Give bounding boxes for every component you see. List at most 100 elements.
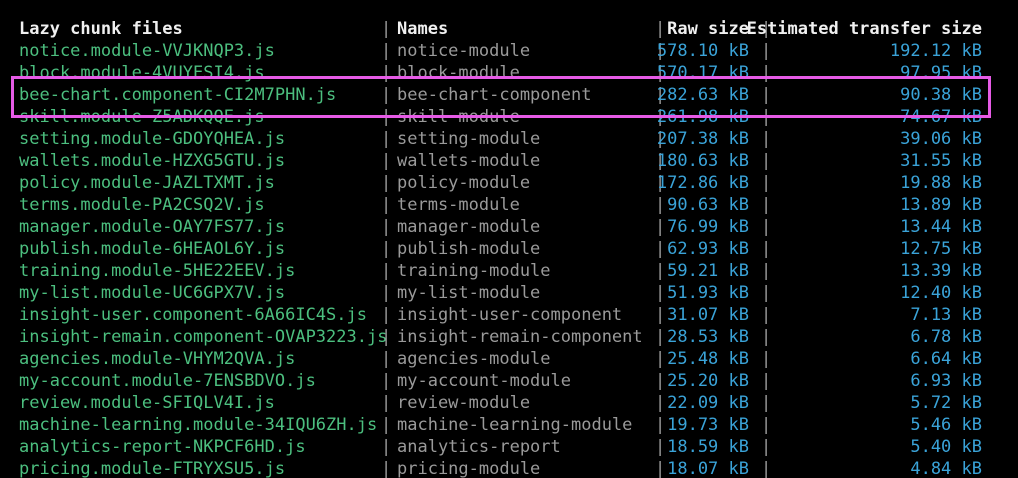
raw-size: 172.86 kB (656, 173, 749, 193)
raw-size: 76.99 kB (667, 217, 749, 237)
estimated-transfer-size: 5.46 kB (910, 415, 982, 435)
column-separator: | (761, 283, 772, 303)
raw-size: 261.98 kB (656, 107, 749, 127)
column-separator: | (655, 327, 666, 347)
column-separator: | (761, 393, 772, 413)
column-separator: | (761, 173, 772, 193)
table-row: insight-user.component-6A66IC4S.js | insig… (0, 304, 1018, 326)
column-separator: | (655, 415, 666, 435)
raw-size: 282.63 kB (656, 85, 749, 105)
column-separator: | (655, 217, 666, 237)
raw-size: 31.07 kB (667, 305, 749, 325)
estimated-transfer-size: 31.55 kB (900, 151, 982, 171)
column-separator: | (381, 217, 392, 237)
column-separator: | (761, 63, 772, 83)
estimated-transfer-size: 12.40 kB (900, 283, 982, 303)
table-row: training.module-5HE22EEV.js | training-mod… (0, 260, 1018, 282)
column-separator: | (655, 349, 666, 369)
chunk-name: insight-user-component (397, 305, 623, 325)
chunk-file-name: insight-remain.component-OVAP3223.js (19, 327, 388, 347)
table-row: my-list.module-UC6GPX7V.js | my-list-modul… (0, 282, 1018, 304)
column-separator: | (381, 437, 392, 457)
chunk-name: machine-learning-module (397, 415, 633, 435)
chunk-name: review-module (397, 393, 531, 413)
column-separator: | (761, 151, 772, 171)
column-separator: | (381, 129, 392, 149)
column-separator: | (761, 371, 772, 391)
column-separator: | (381, 41, 392, 61)
column-separator: | (761, 437, 772, 457)
table-row: policy.module-JAZLTXMT.js | policy-module |… (0, 172, 1018, 194)
table-row: analytics-report-NKPCF6HD.js | analytics-r… (0, 436, 1018, 458)
estimated-transfer-size: 6.78 kB (910, 327, 982, 347)
estimated-transfer-size: 19.88 kB (900, 173, 982, 193)
chunk-name: agencies-module (397, 349, 551, 369)
table-row: my-account.module-7ENSBDVO.js | my-account… (0, 370, 1018, 392)
estimated-transfer-size: 6.93 kB (910, 371, 982, 391)
chunk-name: insight-remain-component (397, 327, 643, 347)
chunk-file-name: pricing.module-FTRYXSU5.js (19, 459, 286, 478)
column-separator: | (381, 415, 392, 435)
column-separator: | (761, 129, 772, 149)
column-separator: | (381, 151, 392, 171)
table-row: review.module-SFIQLV4I.js | review-module |… (0, 392, 1018, 414)
column-separator: | (655, 393, 666, 413)
chunk-file-name: my-account.module-7ENSBDVO.js (19, 371, 316, 391)
raw-size: 570.17 kB (656, 63, 749, 83)
column-separator: | (761, 85, 772, 105)
column-separator: | (761, 41, 772, 61)
column-separator: | (381, 239, 392, 259)
raw-size: 578.10 kB (656, 41, 749, 61)
raw-size: 207.38 kB (656, 129, 749, 149)
chunk-file-name: review.module-SFIQLV4I.js (19, 393, 275, 413)
chunk-file-name: setting.module-GDOYQHEA.js (19, 129, 286, 149)
chunk-name: my-account-module (397, 371, 571, 391)
column-separator: | (655, 305, 666, 325)
estimated-transfer-size: 6.64 kB (910, 349, 982, 369)
column-separator: | (655, 459, 666, 478)
column-separator: | (761, 195, 772, 215)
column-separator: | (761, 217, 772, 237)
estimated-transfer-size: 7.13 kB (910, 305, 982, 325)
table-header: Lazy chunk files | Names | Raw size | Es… (0, 18, 1018, 40)
column-separator: | (655, 437, 666, 457)
chunk-file-name: my-list.module-UC6GPX7V.js (19, 283, 286, 303)
column-separator: | (381, 195, 392, 215)
estimated-transfer-size: 12.75 kB (900, 239, 982, 259)
column-separator: | (381, 393, 392, 413)
column-separator: | (381, 283, 392, 303)
column-separator: | (655, 19, 666, 39)
column-separator: | (655, 283, 666, 303)
column-separator: | (381, 173, 392, 193)
column-separator: | (655, 195, 666, 215)
raw-size: 62.93 kB (667, 239, 749, 259)
estimated-transfer-size: 192.12 kB (889, 41, 982, 61)
column-separator: | (381, 107, 392, 127)
header-names: Names (397, 19, 449, 39)
chunk-file-name: skill.module-Z5ADKQQE.js (19, 107, 265, 127)
header-raw-size: Raw size (667, 19, 749, 39)
estimated-transfer-size: 13.44 kB (900, 217, 982, 237)
column-separator: | (761, 459, 772, 478)
chunk-file-name: agencies.module-VHYM2QVA.js (19, 349, 296, 369)
column-separator: | (761, 239, 772, 259)
column-separator: | (655, 371, 666, 391)
raw-size: 18.07 kB (667, 459, 749, 478)
chunk-file-name: terms.module-PA2CSQ2V.js (19, 195, 265, 215)
raw-size: 51.93 kB (667, 283, 749, 303)
table-row: setting.module-GDOYQHEA.js | setting-modul… (0, 128, 1018, 150)
column-separator: | (381, 63, 392, 83)
estimated-transfer-size: 97.95 kB (900, 63, 982, 83)
estimated-transfer-size: 5.72 kB (910, 393, 982, 413)
chunk-name: publish-module (397, 239, 541, 259)
column-separator: | (381, 305, 392, 325)
chunk-file-name: policy.module-JAZLTXMT.js (19, 173, 275, 193)
column-separator: | (381, 349, 392, 369)
column-separator: | (381, 371, 392, 391)
chunk-file-name: training.module-5HE22EEV.js (19, 261, 296, 281)
table-row: bee-chart.component-CI2M7PHN.js | bee-char… (0, 84, 1018, 106)
chunk-name: block-module (397, 63, 520, 83)
column-separator: | (761, 349, 772, 369)
column-separator: | (381, 327, 392, 347)
raw-size: 22.09 kB (667, 393, 749, 413)
